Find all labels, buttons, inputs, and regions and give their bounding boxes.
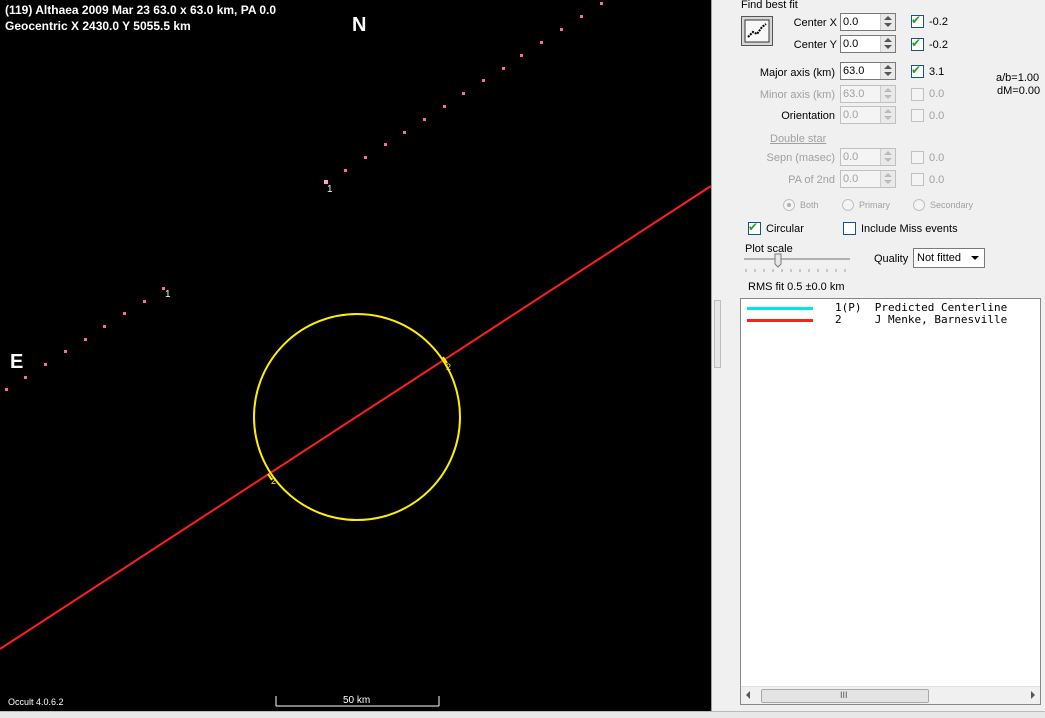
fit-panel: Find best fit Center X ✔ -0.2 Center Y ✔… <box>722 0 1045 717</box>
quality-dropdown[interactable]: Not fitted <box>913 248 985 268</box>
slider-track-graphic <box>744 253 850 272</box>
sepn-fit-checkbox[interactable] <box>911 151 924 164</box>
center-y-label: Center Y <box>793 39 837 51</box>
radio-secondary-label: Secondary <box>930 200 974 210</box>
center-y-spinner[interactable] <box>840 35 896 53</box>
plot-scale-slider[interactable] <box>744 253 852 275</box>
plot-area[interactable]: (119) Althaea 2009 Mar 23 63.0 x 63.0 km… <box>0 0 711 717</box>
center-x-input[interactable] <box>843 15 881 29</box>
radio-secondary[interactable] <box>913 199 925 211</box>
minor-axis-input[interactable] <box>843 87 881 101</box>
pa-2nd-spinner[interactable] <box>840 170 896 188</box>
chord-line-2 <box>0 185 711 650</box>
scrollbar-thumb[interactable]: III <box>761 689 929 703</box>
slider-thumb <box>774 253 782 268</box>
center-y-fit-checkbox[interactable]: ✔ <box>911 36 924 51</box>
radio-both[interactable] <box>783 199 795 211</box>
center-x-fit-value: -0.2 <box>929 16 948 28</box>
major-axis-input[interactable] <box>843 64 881 78</box>
circular-label: Circular <box>766 223 804 235</box>
sepn-label: Sepn (masec) <box>766 152 835 164</box>
minor-axis-fit-value: 0.0 <box>929 88 945 100</box>
orientation-fit-checkbox[interactable] <box>911 109 924 122</box>
legend-text-2: 2 J Menke, Barnesville <box>835 313 1008 326</box>
center-y-input[interactable] <box>843 37 881 51</box>
center-y-fit-value: -0.2 <box>929 39 948 51</box>
quality-value: Not fitted <box>917 252 962 264</box>
major-axis-label: Major axis (km) <box>759 67 835 79</box>
minor-axis-label: Minor axis (km) <box>759 89 835 101</box>
chord-label-1-upper: 1 <box>327 184 333 195</box>
plot-canvas <box>0 2 711 707</box>
scroll-left-icon[interactable] <box>746 691 750 699</box>
chord-label-2-right: 2 <box>446 362 452 372</box>
include-miss-checkbox[interactable] <box>843 222 856 235</box>
legend-swatch-2 <box>747 319 813 322</box>
pa-2nd-fit-value: 0.0 <box>929 174 945 186</box>
legend-swatch-1 <box>747 307 813 310</box>
sepn-fit-value: 0.0 <box>929 152 945 164</box>
pa-2nd-fit-checkbox[interactable] <box>911 173 924 186</box>
orientation-label: Orientation <box>781 110 835 122</box>
quality-label: Quality <box>874 253 909 265</box>
chord-label-1-lower: 1 <box>165 289 171 300</box>
find-best-fit-label: Find best fit <box>741 0 798 11</box>
double-star-link[interactable]: Double star <box>770 133 826 145</box>
chord-label-2-left: 2 <box>271 476 277 486</box>
orientation-input[interactable] <box>843 108 881 122</box>
center-x-label: Center X <box>793 17 837 29</box>
track-lower-dots <box>5 287 165 391</box>
radio-primary-label: Primary <box>859 200 890 210</box>
legend-row[interactable]: 2 J Menke, Barnesville <box>741 313 1040 326</box>
scroll-right-icon[interactable] <box>1031 691 1035 699</box>
major-axis-fit-value: 3.1 <box>929 66 945 78</box>
radio-primary[interactable] <box>842 199 854 211</box>
east-label: E <box>10 351 24 373</box>
circular-checkbox[interactable]: ✔ <box>748 220 761 235</box>
major-axis-fit-checkbox[interactable]: ✔ <box>911 63 924 78</box>
observer-legend-list[interactable]: 1(P) Predicted Centerline 2 J Menke, Bar… <box>740 298 1041 705</box>
major-axis-spinner[interactable] <box>840 62 896 80</box>
plot-title-line2: Geocentric X 2430.0 Y 5055.5 km <box>5 19 191 33</box>
minor-axis-fit-checkbox[interactable] <box>911 88 924 101</box>
pa-2nd-input[interactable] <box>843 172 881 186</box>
center-x-spinner[interactable] <box>840 13 896 31</box>
scale-label: 50 km <box>343 695 371 706</box>
orientation-fit-value: 0.0 <box>929 110 945 122</box>
center-x-fit-checkbox[interactable]: ✔ <box>911 13 924 28</box>
plot-title-line1: (119) Althaea 2009 Mar 23 63.0 x 63.0 km… <box>5 3 277 17</box>
dm-text: dM=0.00 <box>997 85 1041 97</box>
radio-both-label: Both <box>800 200 819 210</box>
splitter-grip[interactable] <box>714 300 721 368</box>
include-miss-label: Include Miss events <box>861 223 958 235</box>
sepn-input[interactable] <box>843 150 881 164</box>
orientation-spinner[interactable] <box>840 106 896 124</box>
chevron-down-icon <box>971 256 979 260</box>
scrollbar-grip: III <box>840 690 848 700</box>
pa-2nd-label: PA of 2nd <box>788 174 835 186</box>
rms-fit-text: RMS fit 0.5 ±0.0 km <box>748 281 845 293</box>
minor-axis-spinner[interactable] <box>840 85 896 103</box>
north-label: N <box>352 14 367 36</box>
ratio-text: a/b=1.00 <box>996 72 1040 84</box>
sepn-spinner[interactable] <box>840 148 896 166</box>
version-label: Occult 4.0.6.2 <box>8 697 64 707</box>
legend-horizontal-scrollbar[interactable]: III <box>741 686 1040 704</box>
